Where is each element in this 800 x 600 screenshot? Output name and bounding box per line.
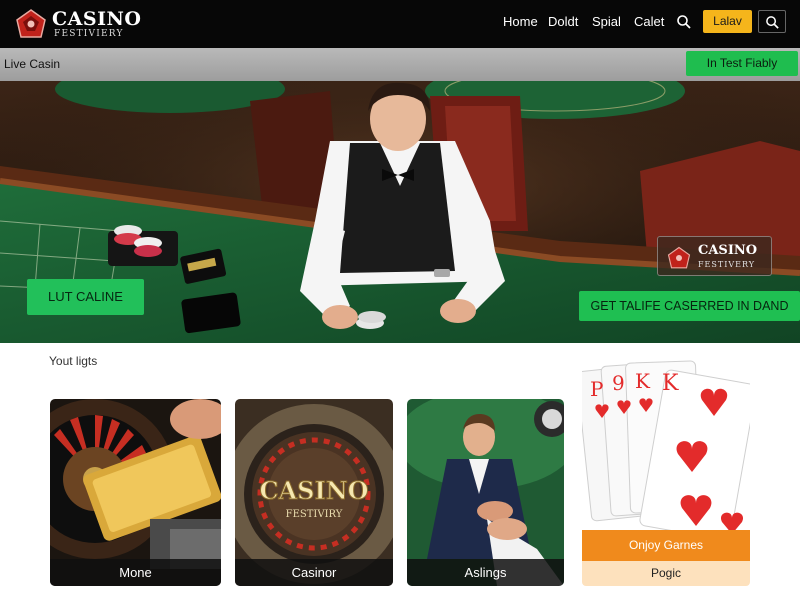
section-title: Yout ligts <box>49 354 98 368</box>
card-label: Aslings <box>407 559 564 586</box>
casino-chip-image: CASINO FESTIVIRY <box>235 399 393 586</box>
logo-title: CASINO <box>52 8 142 30</box>
playing-cards-image: P 9 K K <box>582 358 750 530</box>
live-bar-button[interactable]: In Test Fiably <box>686 51 798 76</box>
game-card-aslings[interactable]: Aslings <box>407 399 564 586</box>
roulette-image <box>50 399 221 586</box>
logo-emblem-icon <box>16 9 46 38</box>
card-label: Casinor <box>235 559 393 586</box>
card-rank: K <box>662 371 679 396</box>
logo-subtitle: FESTIVIERY <box>54 29 124 39</box>
promo-card[interactable]: P 9 K K Onjoy Garnes Pogic <box>582 358 750 586</box>
nav-calet[interactable]: Calet <box>634 14 664 29</box>
game-card-mone[interactable]: Mone <box>50 399 221 586</box>
logo-emblem-icon <box>667 246 691 269</box>
card-rank: K <box>635 369 651 393</box>
site-logo[interactable]: CASINO FESTIVIERY <box>14 6 144 42</box>
badge-subtitle: FESTIVERY <box>698 260 756 269</box>
search-button[interactable] <box>758 10 786 33</box>
card-rank: 9 <box>612 371 625 395</box>
promo-sub-label: Pogic <box>582 561 750 586</box>
live-casino-label: Live Casin <box>4 57 61 71</box>
nav-home[interactable]: Home <box>503 14 538 29</box>
card-rank: P <box>590 377 603 401</box>
badge-title: CASINO <box>698 243 758 258</box>
nav-spial[interactable]: Spial <box>592 14 621 29</box>
chip-text: CASINO <box>259 476 368 505</box>
search-icon <box>766 16 779 29</box>
enjoy-games-button[interactable]: Onjoy Garnes <box>582 530 750 561</box>
top-header: CASINO FESTIVIERY Home Doldt Spial Calet… <box>0 0 800 48</box>
handshake-image <box>407 399 564 586</box>
hero-logo-badge: CASINO FESTIVERY <box>657 236 772 276</box>
card-label: Mone <box>50 559 221 586</box>
chip-subtext: FESTIVIRY <box>286 509 343 520</box>
nav-doldt[interactable]: Doldt <box>548 14 578 29</box>
hero-secondary-button[interactable]: GET TALIFE CASERRED IN DAND <box>579 291 800 321</box>
live-casino-bar: Live Casin In Test Fiably <box>0 48 800 81</box>
login-button[interactable]: Lalav <box>703 10 752 33</box>
search-icon[interactable] <box>676 14 692 30</box>
hero-banner: LUT CALINE CASINO FESTIVERY GET TALIFE C… <box>0 81 800 343</box>
hero-cta-button[interactable]: LUT CALINE <box>27 279 144 315</box>
game-card-casinor[interactable]: CASINO FESTIVIRY Casinor <box>235 399 393 586</box>
